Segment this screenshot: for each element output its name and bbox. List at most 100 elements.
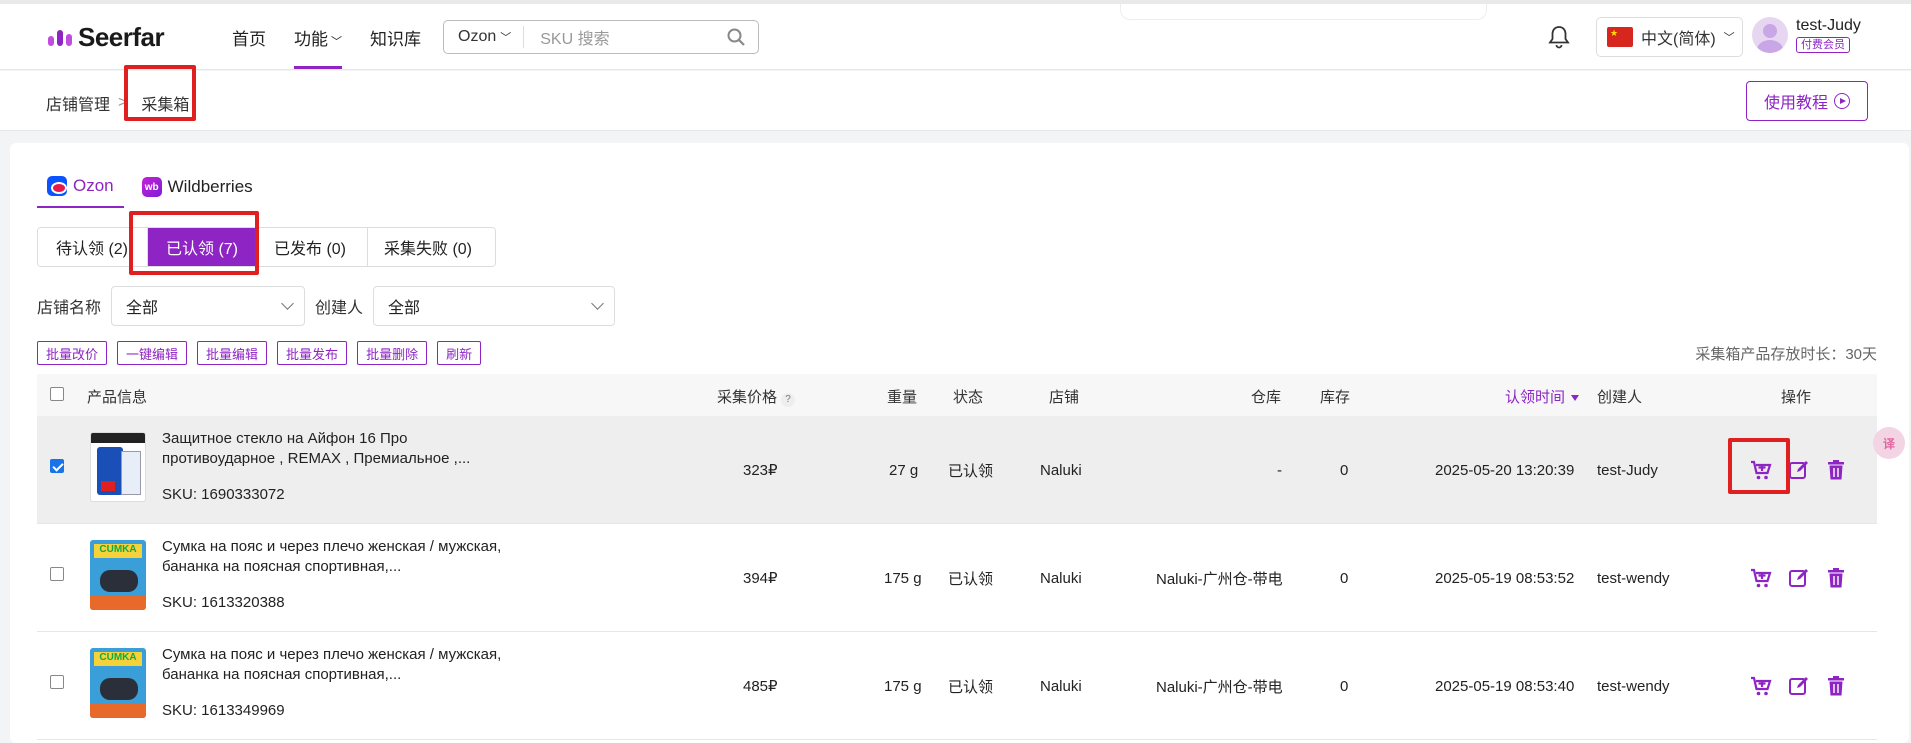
claim-time-value: 2025-05-19 08:53:40 bbox=[1435, 677, 1575, 695]
refresh-button[interactable]: 刷新 bbox=[437, 341, 482, 365]
col-price: 采集价格? bbox=[717, 386, 796, 407]
table-row: CUMKA Сумка на пояс и через плечо женска… bbox=[37, 524, 1877, 632]
ozon-logo-icon bbox=[47, 176, 67, 196]
play-icon bbox=[1834, 93, 1850, 109]
row-checkbox[interactable] bbox=[50, 567, 64, 581]
tab-wildberries[interactable]: wb Wildberries bbox=[132, 166, 263, 208]
status-value: 已认领 bbox=[948, 462, 994, 480]
chevron-down-icon: ﹀ bbox=[500, 32, 512, 44]
one-click-edit-button[interactable]: 一键编辑 bbox=[117, 341, 188, 365]
tutorial-label: 使用教程 bbox=[1763, 95, 1828, 112]
edit-icon[interactable] bbox=[1788, 459, 1810, 481]
product-title[interactable]: Сумка на пояс и через плечо женская / му… bbox=[162, 645, 502, 685]
product-title[interactable]: Защитное стекло на Айфон 16 Про противоу… bbox=[162, 429, 502, 469]
product-thumbnail[interactable] bbox=[90, 432, 146, 502]
store-select-value: 全部 bbox=[126, 300, 159, 317]
col-weight: 重量 bbox=[887, 389, 918, 406]
bell-icon[interactable] bbox=[1547, 24, 1571, 50]
store-value: Naluki bbox=[1040, 461, 1082, 479]
tab-ozon[interactable]: Ozon bbox=[37, 166, 124, 208]
highlight-box-add-cart bbox=[1728, 438, 1790, 494]
col-claim-time-label: 认领时间 bbox=[1505, 389, 1566, 406]
add-to-cart-icon[interactable] bbox=[1750, 567, 1772, 589]
highlight-box-breadcrumb bbox=[124, 65, 196, 121]
sort-desc-icon bbox=[1571, 395, 1580, 402]
batch-reprice-button[interactable]: 批量改价 bbox=[37, 341, 108, 365]
delete-icon[interactable] bbox=[1826, 675, 1846, 697]
platform-tabs: Ozon wb Wildberries bbox=[37, 166, 263, 208]
creator-value: test-wendy bbox=[1597, 569, 1670, 587]
weight-value: 175 g bbox=[884, 677, 922, 695]
batch-edit-button[interactable]: 批量编辑 bbox=[197, 341, 268, 365]
nav-home[interactable]: 首页 bbox=[232, 25, 266, 69]
logo-mark-icon bbox=[48, 29, 72, 46]
price-value: 485₽ bbox=[743, 678, 778, 695]
claim-time-value: 2025-05-19 08:53:52 bbox=[1435, 569, 1575, 587]
language-select[interactable]: 中文(简体) ﹀ bbox=[1596, 17, 1743, 57]
tab-wildberries-label: Wildberries bbox=[167, 177, 253, 196]
search-input[interactable]: SKU 搜索 bbox=[524, 25, 726, 49]
highlight-box-claimed-tab bbox=[129, 211, 259, 275]
col-price-label: 采集价格 bbox=[717, 389, 778, 406]
store-value: Naluki bbox=[1040, 569, 1082, 587]
wildberries-logo-icon: wb bbox=[141, 177, 162, 197]
store-select[interactable]: 全部 bbox=[111, 286, 306, 326]
select-all-checkbox[interactable] bbox=[50, 387, 64, 401]
row-checkbox[interactable] bbox=[50, 459, 64, 473]
user-menu[interactable]: test-Judy 付费会员 bbox=[1752, 17, 1861, 53]
delete-icon[interactable] bbox=[1826, 459, 1846, 481]
store-filter-label: 店铺名称 bbox=[37, 300, 102, 317]
avatar bbox=[1752, 17, 1788, 53]
batch-delete-button[interactable]: 批量删除 bbox=[357, 341, 428, 365]
col-stock: 库存 bbox=[1320, 389, 1351, 406]
help-icon[interactable]: ? bbox=[781, 393, 796, 407]
breadcrumb-store-management[interactable]: 店铺管理 bbox=[46, 91, 110, 115]
row-checkbox[interactable] bbox=[50, 675, 64, 689]
search-icon[interactable] bbox=[726, 27, 746, 47]
stock-value: 0 bbox=[1340, 677, 1349, 695]
delete-icon[interactable] bbox=[1826, 567, 1846, 589]
seerfar-logo[interactable]: Seerfar bbox=[48, 22, 165, 53]
edit-icon[interactable] bbox=[1788, 567, 1810, 589]
creator-select[interactable]: 全部 bbox=[373, 286, 616, 326]
tutorial-button[interactable]: 使用教程 bbox=[1746, 81, 1868, 121]
logo-text: Seerfar bbox=[78, 22, 165, 52]
creator-value: test-wendy bbox=[1597, 677, 1670, 695]
add-to-cart-icon[interactable] bbox=[1750, 675, 1772, 697]
search-platform-select[interactable]: Ozon ﹀ bbox=[444, 26, 525, 48]
status-value: 已认领 bbox=[948, 678, 994, 696]
product-thumbnail[interactable]: CUMKA bbox=[90, 540, 146, 610]
product-thumbnail[interactable]: CUMKA bbox=[90, 648, 146, 718]
user-name: test-Judy bbox=[1796, 17, 1861, 34]
col-creator: 创建人 bbox=[1597, 389, 1643, 406]
sku-search: Ozon ﹀ SKU 搜索 bbox=[443, 20, 759, 54]
batch-toolbar: 批量改价 一键编辑 批量编辑 批量发布 批量删除 刷新 bbox=[37, 341, 482, 365]
chevron-down-icon bbox=[591, 297, 604, 310]
status-value: 已认领 bbox=[948, 570, 994, 588]
batch-publish-button[interactable]: 批量发布 bbox=[277, 341, 348, 365]
col-product: 产品信息 bbox=[87, 389, 148, 406]
status-tabs: 待认领 (2) 已认领 (7) 已发布 (0) 采集失败 (0) bbox=[37, 227, 496, 267]
claim-time-value: 2025-05-20 13:20:39 bbox=[1435, 461, 1575, 479]
language-value: 中文(简体) bbox=[1641, 31, 1716, 48]
top-divider bbox=[0, 0, 1911, 4]
nav-knowledge[interactable]: 知识库 bbox=[370, 25, 421, 69]
product-sku: SKU: 1613320388 bbox=[162, 594, 285, 611]
col-claim-time[interactable]: 认领时间 bbox=[1505, 386, 1580, 407]
top-navbar: Seerfar 首页 功能﹀ 知识库 Ozon﹀ SKU 搜索 中文(简体) ﹀… bbox=[0, 0, 1911, 70]
creator-select-value: 全部 bbox=[388, 300, 421, 317]
tab-published[interactable]: 已发布 (0) bbox=[258, 228, 368, 266]
product-title[interactable]: Сумка на пояс и через плечо женская / му… bbox=[162, 537, 502, 577]
creator-value: test-Judy bbox=[1597, 461, 1658, 479]
row-actions bbox=[1750, 632, 1846, 740]
col-warehouse: 仓库 bbox=[1251, 389, 1282, 406]
nav-features[interactable]: 功能 ﹀ bbox=[294, 25, 342, 69]
weight-value: 27 g bbox=[889, 461, 919, 479]
chevron-down-icon bbox=[281, 297, 294, 310]
table-header: 产品信息 采集价格? 重量 状态 店铺 仓库 库存 认领时间 创建人 操作 bbox=[37, 374, 1877, 416]
col-actions: 操作 bbox=[1781, 389, 1812, 406]
tab-failed[interactable]: 采集失败 (0) bbox=[368, 228, 495, 266]
translate-float-icon[interactable]: 译 bbox=[1873, 427, 1905, 459]
dropdown-ghost bbox=[1120, 4, 1487, 20]
edit-icon[interactable] bbox=[1788, 675, 1810, 697]
